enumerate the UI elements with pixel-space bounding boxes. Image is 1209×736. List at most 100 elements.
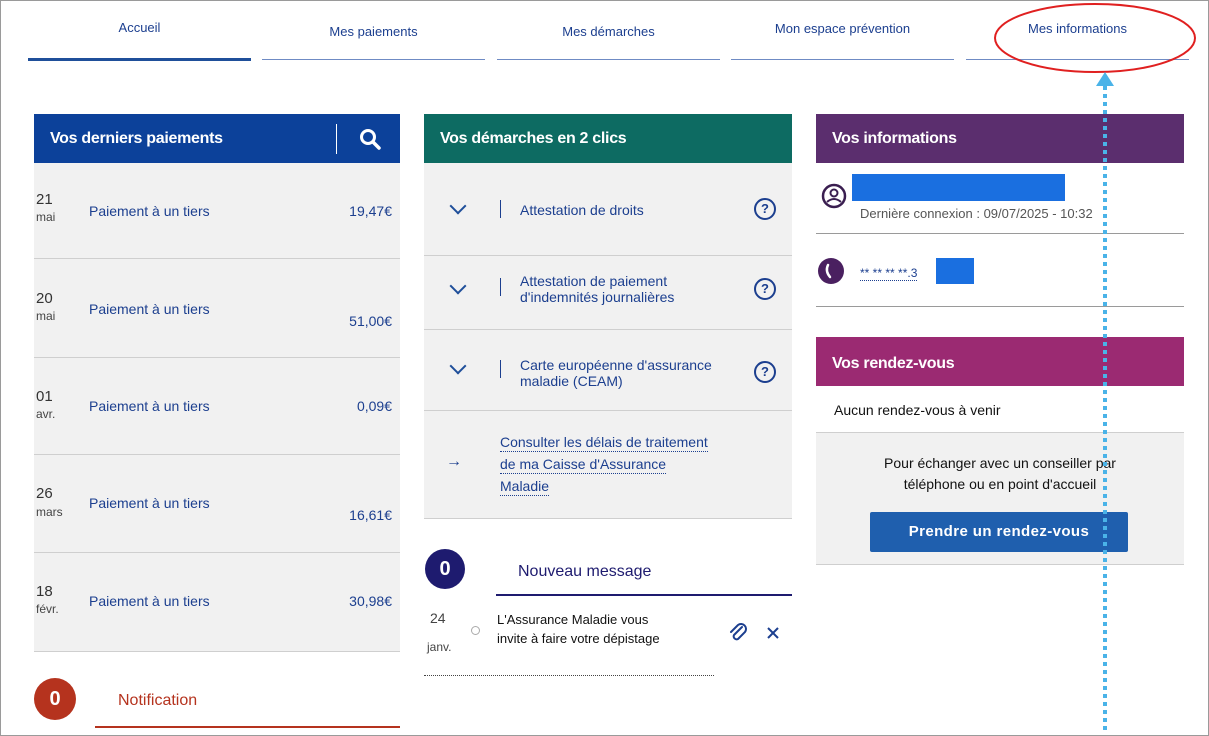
payment-day: 21 bbox=[36, 191, 53, 208]
payment-label: Paiement à un tiers bbox=[89, 203, 210, 219]
tab-label: Mon espace prévention bbox=[774, 21, 911, 36]
unread-dot-icon bbox=[471, 626, 480, 635]
help-icon[interactable]: ? bbox=[754, 198, 776, 220]
rdv-desc-line: téléphone ou en point d'accueil bbox=[903, 476, 1097, 492]
demarche-item-attestation-ij[interactable]: Attestation de paiement d'indemnités jou… bbox=[424, 256, 792, 330]
notification-underline bbox=[95, 726, 400, 728]
tab-label: Mes démarches bbox=[562, 24, 655, 39]
help-icon[interactable]: ? bbox=[754, 361, 776, 383]
label-line: maladie (CEAM) bbox=[520, 373, 623, 389]
message-underline bbox=[496, 594, 792, 596]
payment-month: mars bbox=[36, 505, 63, 519]
payment-label: Paiement à un tiers bbox=[89, 495, 210, 511]
user-icon bbox=[821, 183, 847, 209]
last-login-text: Dernière connexion : 09/07/2025 - 10:32 bbox=[860, 206, 1093, 221]
delais-traitement-row[interactable]: → Consulter les délais de traitement de … bbox=[424, 411, 792, 519]
close-icon[interactable] bbox=[766, 626, 780, 640]
help-icon[interactable]: ? bbox=[754, 278, 776, 300]
tab-mes-paiements[interactable]: Mes paiements bbox=[262, 0, 485, 60]
payment-row[interactable]: 20 mai Paiement à un tiers 51,00€ bbox=[34, 259, 400, 358]
separator bbox=[500, 200, 501, 218]
paperclip-icon bbox=[730, 623, 747, 641]
payment-row[interactable]: 26 mars Paiement à un tiers 16,61€ bbox=[34, 455, 400, 553]
separator bbox=[500, 278, 501, 296]
chevron-down-icon[interactable] bbox=[449, 277, 467, 295]
payment-amount: 30,98€ bbox=[349, 593, 392, 609]
annotation-arrow bbox=[1096, 72, 1114, 734]
payment-amount: 51,00€ bbox=[349, 313, 392, 329]
rdv-description: Pour échanger avec un conseiller par tél… bbox=[816, 453, 1184, 495]
notification-title[interactable]: Notification bbox=[118, 692, 197, 710]
payment-amount: 0,09€ bbox=[356, 398, 392, 414]
payment-day: 26 bbox=[36, 485, 53, 502]
label-line: Carte européenne d'assurance bbox=[520, 357, 712, 373]
tab-mon-espace-prevention[interactable]: Mon espace prévention bbox=[731, 0, 954, 60]
payment-row[interactable]: 18 févr. Paiement à un tiers 30,98€ bbox=[34, 553, 400, 652]
demarche-label: Attestation de droits bbox=[520, 202, 644, 218]
label-line: Attestation de paiement bbox=[520, 273, 668, 289]
demarches-header: Vos démarches en 2 clics bbox=[424, 114, 792, 163]
rdv-none-row: Aucun rendez-vous à venir bbox=[816, 386, 1184, 433]
phone-number[interactable]: ** ** ** **.3 bbox=[860, 266, 918, 281]
payment-row[interactable]: 01 avr. Paiement à un tiers 0,09€ bbox=[34, 358, 400, 455]
tab-underline bbox=[731, 59, 954, 60]
message-line: invite à faire votre dépistage bbox=[497, 631, 660, 646]
label-line: d'indemnités journalières bbox=[520, 289, 675, 305]
demarches-title: Vos démarches en 2 clics bbox=[440, 130, 627, 147]
notification-count-badge: 0 bbox=[34, 678, 76, 720]
redacted-name bbox=[852, 174, 1065, 201]
tab-accueil[interactable]: Accueil bbox=[28, 0, 251, 61]
demarche-item-ceam[interactable]: Carte européenne d'assurance maladie (CE… bbox=[424, 330, 792, 411]
link-line: Maladie bbox=[500, 478, 550, 496]
payments-title: Vos derniers paiements bbox=[50, 130, 223, 147]
demarche-label: Carte européenne d'assurance maladie (CE… bbox=[520, 357, 712, 389]
chevron-down-icon[interactable] bbox=[449, 357, 467, 375]
search-icon[interactable] bbox=[359, 128, 381, 150]
payment-day: 01 bbox=[36, 388, 53, 405]
link-line: de ma Caisse d'Assurance bbox=[500, 456, 667, 474]
rdv-none-text: Aucun rendez-vous à venir bbox=[834, 402, 1001, 418]
tab-label: Mes paiements bbox=[329, 24, 418, 39]
rdv-desc-line: Pour échanger avec un conseiller par bbox=[884, 455, 1116, 471]
payment-label: Paiement à un tiers bbox=[89, 301, 210, 317]
message-title[interactable]: Nouveau message bbox=[518, 563, 651, 581]
payment-day: 20 bbox=[36, 290, 53, 307]
rdv-header: Vos rendez-vous bbox=[816, 337, 1184, 386]
tab-underline bbox=[28, 58, 251, 61]
redacted-phone bbox=[936, 258, 974, 284]
tab-underline bbox=[262, 59, 485, 60]
payment-day: 18 bbox=[36, 583, 53, 600]
payment-month: avr. bbox=[36, 407, 56, 421]
payment-row[interactable]: 21 mai Paiement à un tiers 19,47€ bbox=[34, 163, 400, 259]
message-day: 24 bbox=[430, 610, 446, 626]
phone-row: ** ** ** **.3 bbox=[816, 234, 1184, 307]
demarche-label: Attestation de paiement d'indemnités jou… bbox=[520, 273, 674, 305]
separator bbox=[500, 360, 501, 378]
phone-glyph bbox=[825, 263, 832, 279]
rdv-title: Vos rendez-vous bbox=[832, 355, 955, 372]
tab-label: Accueil bbox=[118, 20, 161, 35]
message-month: janv. bbox=[427, 640, 452, 654]
header-divider bbox=[336, 124, 337, 154]
message-text: L'Assurance Maladie vous invite à faire … bbox=[497, 610, 660, 648]
arrow-right-icon: → bbox=[446, 453, 462, 470]
message-divider bbox=[424, 675, 714, 676]
infos-title: Vos informations bbox=[832, 130, 957, 147]
payment-month: mai bbox=[36, 210, 56, 224]
delais-link[interactable]: Consulter les délais de traitement de ma… bbox=[500, 431, 708, 497]
payment-label: Paiement à un tiers bbox=[89, 398, 210, 414]
message-item[interactable]: 24 janv. L'Assurance Maladie vous invite… bbox=[424, 600, 792, 676]
payment-month: févr. bbox=[36, 602, 59, 616]
tab-underline bbox=[497, 59, 720, 60]
chevron-down-icon[interactable] bbox=[449, 197, 467, 215]
demarche-item-attestation-droits[interactable]: Attestation de droits ? bbox=[424, 163, 792, 256]
message-line: L'Assurance Maladie vous bbox=[497, 612, 649, 627]
message-count-badge: 0 bbox=[425, 549, 465, 589]
tab-mes-demarches[interactable]: Mes démarches bbox=[497, 0, 720, 60]
link-line: Consulter les délais de traitement bbox=[500, 434, 708, 452]
account-row: Dernière connexion : 09/07/2025 - 10:32 bbox=[816, 163, 1184, 234]
payment-month: mai bbox=[36, 309, 56, 323]
label-line: Attestation de droits bbox=[520, 202, 644, 218]
payment-label: Paiement à un tiers bbox=[89, 593, 210, 609]
phone-icon bbox=[818, 258, 844, 284]
